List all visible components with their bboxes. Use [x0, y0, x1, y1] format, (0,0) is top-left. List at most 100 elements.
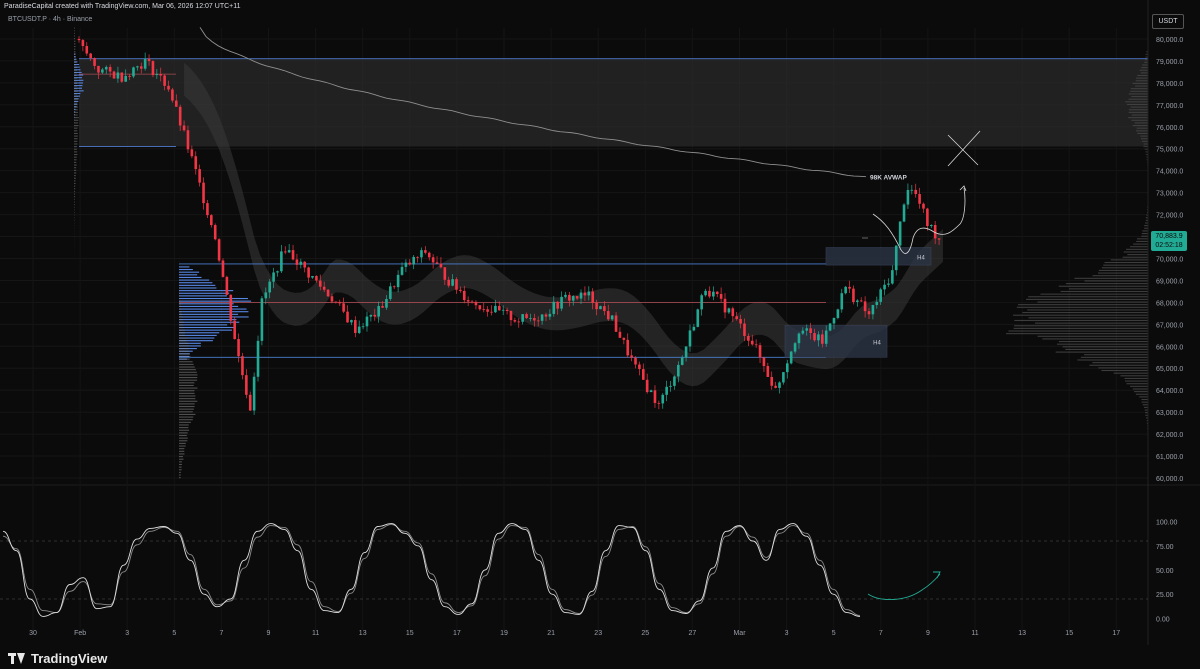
- candle-body[interactable]: [801, 330, 805, 334]
- candle-body[interactable]: [350, 320, 353, 323]
- candle-body[interactable]: [404, 262, 408, 267]
- candle-body[interactable]: [108, 66, 112, 72]
- candle-body[interactable]: [509, 310, 513, 321]
- candle-body[interactable]: [832, 317, 836, 324]
- candle-body[interactable]: [151, 61, 155, 76]
- candle-body[interactable]: [641, 369, 645, 380]
- candle-body[interactable]: [163, 75, 166, 86]
- candle-body[interactable]: [867, 311, 871, 315]
- candle-body[interactable]: [210, 215, 213, 226]
- candle-body[interactable]: [536, 320, 540, 322]
- candle-body[interactable]: [116, 72, 120, 79]
- candle-body[interactable]: [583, 292, 587, 296]
- candle-body[interactable]: [560, 296, 563, 309]
- candle-body[interactable]: [887, 283, 890, 285]
- candle-body[interactable]: [529, 318, 532, 319]
- candle-body[interactable]: [634, 357, 637, 365]
- candle-body[interactable]: [680, 357, 684, 365]
- candle-body[interactable]: [626, 339, 630, 356]
- candle-body[interactable]: [132, 67, 135, 77]
- candle-body[interactable]: [809, 328, 812, 334]
- candle-body[interactable]: [517, 321, 521, 323]
- candle-body[interactable]: [357, 326, 361, 333]
- tradingview-logo[interactable]: TradingView: [8, 651, 107, 666]
- candle-body[interactable]: [871, 305, 875, 315]
- candle-body[interactable]: [318, 280, 322, 287]
- candle-body[interactable]: [420, 250, 423, 258]
- candle-body[interactable]: [540, 314, 544, 321]
- candle-body[interactable]: [918, 194, 921, 204]
- candle-body[interactable]: [202, 182, 205, 204]
- candle-body[interactable]: [186, 130, 190, 150]
- candle-body[interactable]: [521, 314, 524, 322]
- candle-body[interactable]: [700, 295, 703, 310]
- candle-body[interactable]: [715, 291, 719, 295]
- candle-body[interactable]: [112, 71, 116, 79]
- candle-body[interactable]: [548, 313, 552, 317]
- candle-body[interactable]: [568, 294, 571, 301]
- candle-body[interactable]: [136, 66, 139, 68]
- candle-body[interactable]: [645, 379, 649, 393]
- candle-body[interactable]: [377, 306, 380, 317]
- candle-body[interactable]: [587, 291, 591, 296]
- candle-body[interactable]: [295, 259, 299, 265]
- candle-body[interactable]: [785, 363, 789, 373]
- candle-body[interactable]: [322, 286, 326, 290]
- candle-body[interactable]: [817, 334, 820, 341]
- candle-body[interactable]: [673, 376, 676, 386]
- candle-body[interactable]: [482, 309, 486, 311]
- candle-body[interactable]: [747, 335, 750, 341]
- candle-body[interactable]: [766, 366, 770, 377]
- candle-body[interactable]: [385, 298, 388, 308]
- candle-body[interactable]: [373, 314, 377, 317]
- candle-body[interactable]: [462, 290, 466, 301]
- candle-body[interactable]: [840, 293, 844, 310]
- candle-body[interactable]: [221, 260, 225, 277]
- candle-body[interactable]: [124, 75, 127, 82]
- candle-body[interactable]: [638, 364, 641, 370]
- candle-body[interactable]: [198, 169, 201, 183]
- candle-body[interactable]: [544, 314, 548, 317]
- candle-body[interactable]: [618, 331, 622, 338]
- candle-body[interactable]: [505, 309, 509, 311]
- candle-body[interactable]: [389, 286, 392, 299]
- candle-body[interactable]: [365, 316, 369, 327]
- h4-zone-rect[interactable]: [825, 247, 932, 266]
- candle-body[interactable]: [128, 75, 131, 77]
- candle-body[interactable]: [435, 262, 439, 264]
- candle-body[interactable]: [416, 256, 419, 258]
- candle-body[interactable]: [225, 276, 229, 295]
- candle-body[interactable]: [155, 74, 159, 76]
- candle-body[interactable]: [334, 301, 338, 303]
- candle-body[interactable]: [369, 314, 373, 317]
- candle-body[interactable]: [139, 66, 143, 69]
- candle-body[interactable]: [828, 323, 832, 331]
- candle-body[interactable]: [665, 386, 668, 395]
- candle-body[interactable]: [260, 298, 264, 341]
- candle-body[interactable]: [797, 333, 801, 344]
- candle-body[interactable]: [143, 58, 147, 69]
- candle-body[interactable]: [248, 394, 252, 411]
- candle-body[interactable]: [610, 315, 614, 320]
- candle-body[interactable]: [836, 309, 840, 318]
- candle-body[interactable]: [852, 288, 855, 302]
- candle-body[interactable]: [712, 291, 715, 297]
- candle-body[interactable]: [486, 309, 489, 312]
- candle-body[interactable]: [723, 298, 727, 313]
- candle-body[interactable]: [120, 72, 124, 82]
- candle-body[interactable]: [478, 305, 482, 310]
- candle-body[interactable]: [451, 279, 454, 286]
- candle-body[interactable]: [891, 270, 894, 284]
- candle-body[interactable]: [684, 346, 688, 358]
- candle-body[interactable]: [789, 351, 793, 364]
- candle-body[interactable]: [731, 308, 735, 317]
- candle-body[interactable]: [856, 300, 859, 302]
- candle-body[interactable]: [147, 58, 151, 62]
- candle-body[interactable]: [287, 250, 291, 253]
- candle-body[interactable]: [696, 309, 700, 327]
- candle-body[interactable]: [93, 58, 96, 66]
- candle-body[interactable]: [525, 314, 528, 319]
- candle-body[interactable]: [910, 189, 914, 191]
- candle-body[interactable]: [805, 328, 809, 331]
- candle-body[interactable]: [315, 276, 318, 281]
